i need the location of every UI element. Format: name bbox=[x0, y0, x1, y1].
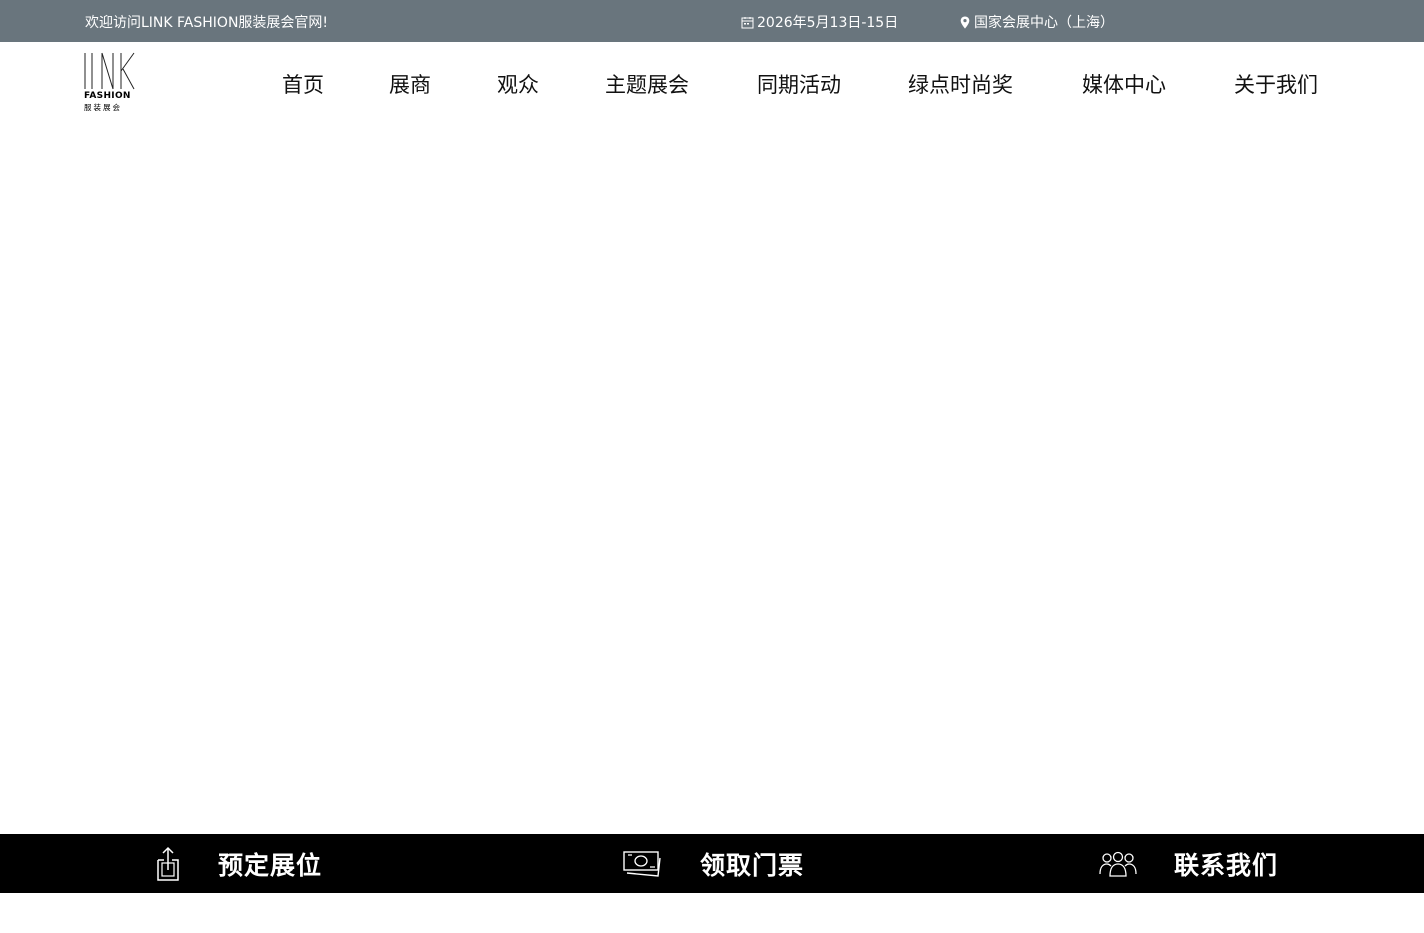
top-info-bar: 欢迎访问LINK FASHION服装展会官网! 2026年5月13日-15日 国… bbox=[0, 0, 1424, 42]
nav-item-green-award[interactable]: 绿点时尚奖 bbox=[908, 69, 1013, 99]
people-group-icon bbox=[1098, 850, 1174, 878]
event-venue-text: 国家会展中心（上海） bbox=[974, 15, 1114, 31]
nav-item-events[interactable]: 同期活动 bbox=[757, 69, 841, 99]
bottom-action-bar: 预定展位 领取门票 联系我们 bbox=[0, 834, 1424, 893]
event-date-text: 2026年5月13日-15日 bbox=[757, 15, 899, 31]
nav-item-home[interactable]: 首页 bbox=[282, 69, 324, 99]
get-ticket-label: 领取门票 bbox=[700, 850, 805, 880]
share-upload-icon bbox=[154, 846, 218, 882]
ticket-money-icon bbox=[622, 849, 700, 879]
calendar-icon bbox=[741, 16, 754, 29]
nav-item-themed-shows[interactable]: 主题展会 bbox=[605, 69, 689, 99]
event-venue: 国家会展中心（上海） bbox=[960, 12, 1114, 32]
welcome-text: 欢迎访问LINK FASHION服装展会官网! bbox=[85, 15, 329, 31]
get-ticket-button[interactable]: 领取门票 bbox=[622, 834, 804, 893]
contact-us-button[interactable]: 联系我们 bbox=[1098, 834, 1278, 893]
site-header: FASHION 服装展会 首页 展商 观众 主题展会 同期活动 绿点时尚奖 媒体… bbox=[0, 42, 1424, 126]
main-navigation: 首页 展商 观众 主题展会 同期活动 绿点时尚奖 媒体中心 关于我们 bbox=[0, 42, 1424, 126]
nav-item-about-us[interactable]: 关于我们 bbox=[1234, 69, 1318, 99]
book-booth-button[interactable]: 预定展位 bbox=[154, 834, 322, 893]
nav-item-exhibitors[interactable]: 展商 bbox=[389, 69, 431, 99]
contact-us-label: 联系我们 bbox=[1174, 850, 1279, 880]
location-pin-icon bbox=[960, 16, 970, 29]
nav-item-visitors[interactable]: 观众 bbox=[497, 69, 539, 99]
nav-item-media-center[interactable]: 媒体中心 bbox=[1082, 69, 1166, 99]
book-booth-label: 预定展位 bbox=[218, 850, 323, 880]
main-content-area bbox=[0, 126, 1424, 834]
event-date: 2026年5月13日-15日 bbox=[741, 12, 898, 32]
